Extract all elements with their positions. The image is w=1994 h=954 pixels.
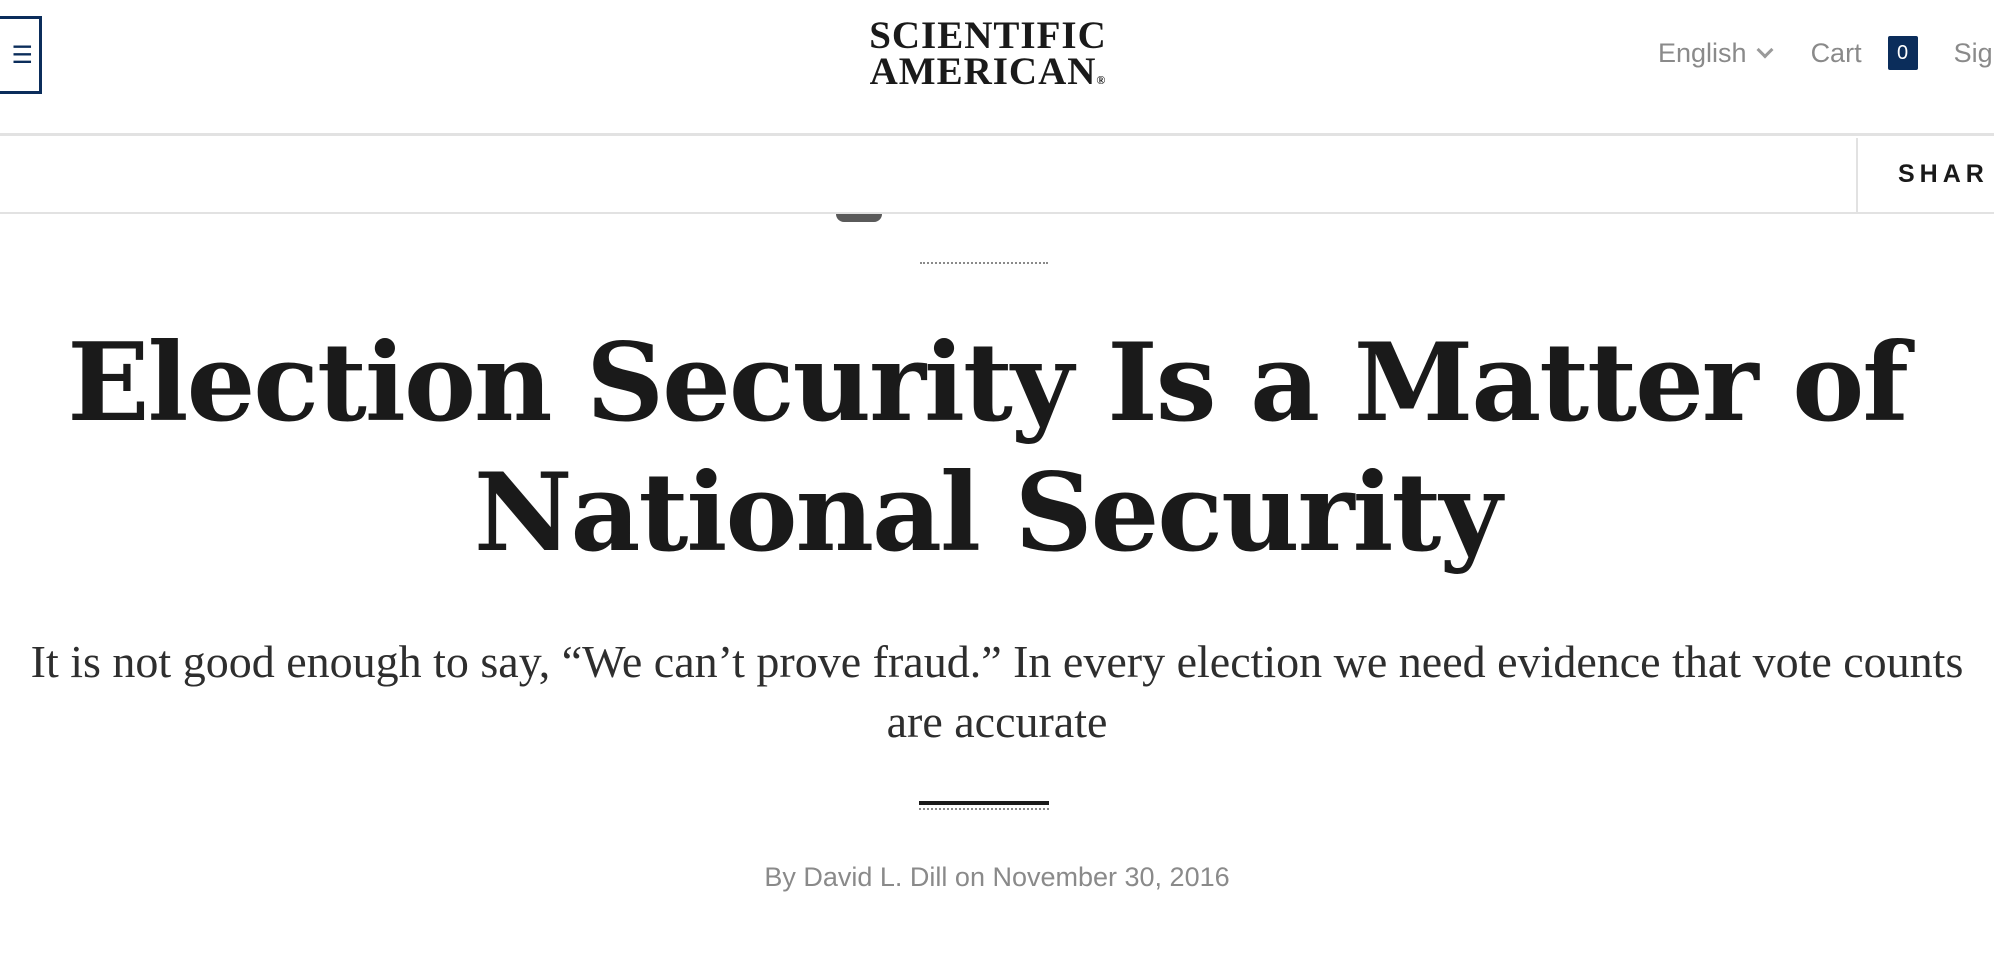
dek-divider — [919, 801, 1049, 805]
dek-divider-dotted — [919, 808, 1049, 810]
language-selector[interactable]: English — [1658, 37, 1774, 69]
menu-button[interactable]: ☰ — [0, 16, 42, 94]
hamburger-menu-icon: ☰ — [11, 41, 33, 69]
site-header: ☰ SCIENTIFIC AMERICAN® English Cart 0 Si… — [0, 0, 1994, 136]
share-divider — [1856, 138, 1858, 212]
logo-line-american: AMERICAN® — [852, 52, 1124, 98]
byline-prefix: By — [764, 862, 804, 892]
sign-in-link[interactable]: Sig — [1954, 38, 1993, 69]
cart-label: Cart — [1810, 37, 1862, 68]
article-dek: It is not good enough to say, “We can’t … — [30, 636, 1964, 747]
site-logo[interactable]: SCIENTIFIC AMERICAN® — [852, 14, 1124, 98]
hero-image-edge — [836, 214, 882, 222]
chevron-down-icon — [1756, 41, 1774, 59]
language-label: English — [1658, 37, 1747, 68]
cart-link[interactable]: Cart 0 — [1811, 36, 1918, 70]
cart-count-badge: 0 — [1887, 36, 1918, 70]
share-button[interactable]: SHAR — [1898, 160, 1989, 189]
article-byline: By David L. Dill on November 30, 2016 — [0, 862, 1994, 893]
logo-line-scientific: SCIENTIFIC — [869, 14, 1107, 57]
header-utility-nav: English Cart 0 Sig — [1658, 36, 1993, 70]
share-bar: SHAR — [0, 138, 1994, 214]
article-headline: Election Security Is a Matter of Nationa… — [67, 320, 1909, 576]
article-page: ☰ SCIENTIFIC AMERICAN® English Cart 0 Si… — [0, 0, 1994, 954]
byline-separator: on — [947, 862, 993, 892]
publish-date: November 30, 2016 — [992, 862, 1230, 892]
logo-word-american: AMERICAN — [869, 50, 1097, 93]
registered-mark: ® — [1096, 73, 1107, 87]
dotted-divider-top — [920, 262, 1048, 264]
author-link[interactable]: David L. Dill — [803, 862, 947, 892]
